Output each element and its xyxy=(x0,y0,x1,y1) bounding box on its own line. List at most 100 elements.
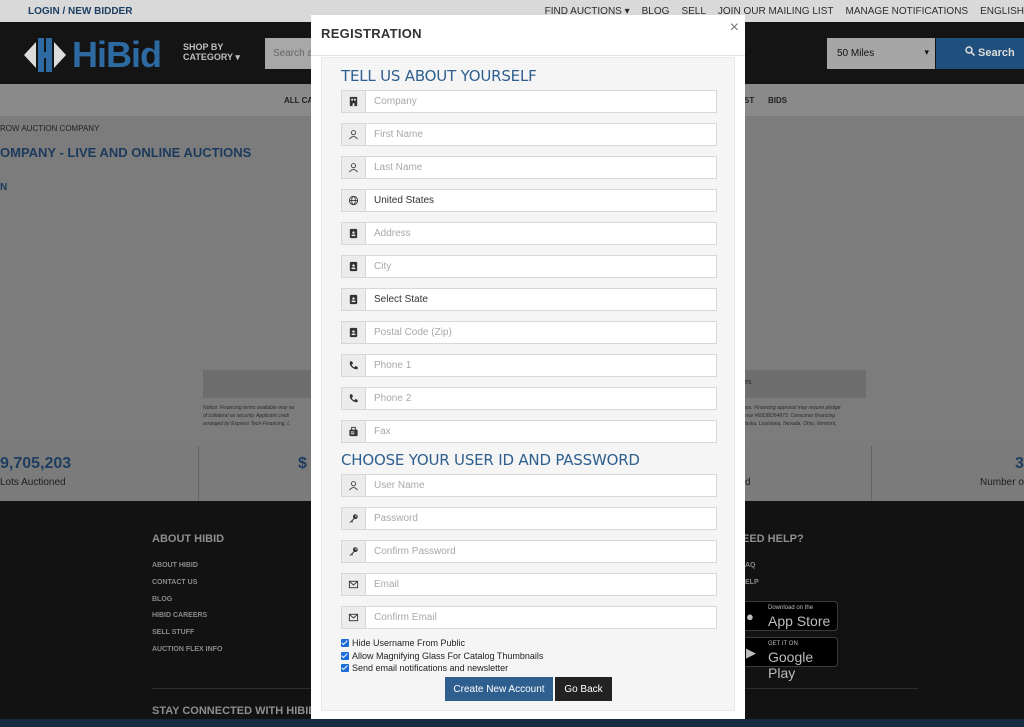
miles-value: 50 Miles xyxy=(837,48,875,59)
footer-stay-connected: STAY CONNECTED WITH HIBID xyxy=(152,705,317,717)
phone2-input[interactable]: Phone 2 xyxy=(365,387,717,410)
email-field: Email xyxy=(341,573,717,596)
fax-icon xyxy=(341,420,365,443)
checkbox-checked[interactable] xyxy=(341,652,349,660)
stat-lots-label: Lots Auctioned xyxy=(0,477,66,488)
stat-divider xyxy=(871,446,872,501)
modal-divider xyxy=(311,55,745,56)
shop-by-line1: SHOP BY xyxy=(183,42,224,52)
fax-field: Fax xyxy=(341,420,717,443)
search-input[interactable]: Search a xyxy=(265,38,315,69)
stat-lots-number: 9,705,203 xyxy=(0,455,72,472)
company-input[interactable]: Company xyxy=(365,90,717,113)
hibid-logo-icon xyxy=(24,38,66,72)
footer-link[interactable]: ELP xyxy=(745,579,759,586)
last-name-field: Last Name xyxy=(341,156,717,179)
footer-link[interactable]: BLOG xyxy=(152,596,172,603)
password-input[interactable]: Password xyxy=(365,507,717,530)
city-field: City xyxy=(341,255,717,278)
confirm-email-input[interactable]: Confirm Email xyxy=(365,606,717,629)
stat-divider xyxy=(198,446,199,501)
shop-by-category[interactable]: SHOP BY CATEGORY ▾ xyxy=(183,42,240,62)
registration-modal: REGISTRATION × TELL US ABOUT YOURSELF Co… xyxy=(311,15,745,719)
address-field: Address xyxy=(341,222,717,245)
first-name-field: First Name xyxy=(341,123,717,146)
google-play-small: GET IT ON xyxy=(768,641,798,647)
username-input[interactable]: User Name xyxy=(365,474,717,497)
postal-code-input[interactable]: Postal Code (Zip) xyxy=(365,321,717,344)
phone1-input[interactable]: Phone 1 xyxy=(365,354,717,377)
country-select[interactable]: United States xyxy=(365,189,717,212)
envelope-icon xyxy=(341,606,365,629)
footer-link[interactable]: CONTACT US xyxy=(152,579,197,586)
footer-link[interactable]: AUCTION FLEX INFO xyxy=(152,646,222,653)
address-input[interactable]: Address xyxy=(365,222,717,245)
app-store-big: App Store xyxy=(768,613,831,629)
fax-input[interactable]: Fax xyxy=(365,420,717,443)
address-card-icon xyxy=(341,321,365,344)
magnifying-glass-checkbox[interactable]: Allow Magnifying Glass For Catalog Thumb… xyxy=(341,651,543,661)
hide-username-checkbox[interactable]: Hide Username From Public xyxy=(341,638,465,648)
first-name-input[interactable]: First Name xyxy=(365,123,717,146)
logo-text: HiBid xyxy=(72,34,162,75)
go-back-button[interactable]: Go Back xyxy=(555,677,612,701)
footer-link[interactable]: SELL STUFF xyxy=(152,629,194,636)
bottom-strip xyxy=(0,719,1024,727)
google-play-icon: ▶ xyxy=(746,645,756,660)
page-subtitle: N xyxy=(0,182,8,193)
stat-dollar-number: $ xyxy=(298,455,307,472)
country-field: United States xyxy=(341,189,717,212)
top-link-language[interactable]: ENGLISH xyxy=(980,6,1024,17)
state-select[interactable]: Select State xyxy=(365,288,717,311)
key-icon xyxy=(341,540,365,563)
chevron-down-icon: ▾ xyxy=(924,47,929,57)
section-about-heading: TELL US ABOUT YOURSELF xyxy=(341,67,537,85)
email-input[interactable]: Email xyxy=(365,573,717,596)
miles-select[interactable]: 50 Miles ▾ xyxy=(827,38,935,69)
create-account-button[interactable]: Create New Account xyxy=(445,677,553,701)
confirm-email-field: Confirm Email xyxy=(341,606,717,629)
footer-link[interactable]: ABOUT HIBID xyxy=(152,562,198,569)
apple-icon: ● xyxy=(746,609,754,624)
search-button[interactable]: Search xyxy=(936,38,1024,69)
phone-icon xyxy=(341,354,365,377)
app-store-small: Download on the xyxy=(768,605,814,611)
email-notifications-checkbox[interactable]: Send email notifications and newsletter xyxy=(341,663,508,673)
hide-username-label: Hide Username From Public xyxy=(352,638,466,648)
search-button-label: Search xyxy=(978,47,1015,59)
google-play-badge[interactable]: ▶ GET IT ON Google Play xyxy=(737,637,838,681)
envelope-icon xyxy=(341,573,365,596)
nav-item-list[interactable]: ST xyxy=(744,96,754,105)
search-icon xyxy=(965,46,976,59)
building-icon xyxy=(341,90,365,113)
last-name-input[interactable]: Last Name xyxy=(365,156,717,179)
footer-link[interactable]: HIBID CAREERS xyxy=(152,612,207,619)
registration-form: TELL US ABOUT YOURSELF Company First Nam… xyxy=(321,57,735,711)
user-icon xyxy=(341,123,365,146)
nav-item-bids[interactable]: BIDS xyxy=(768,96,787,105)
postal-code-field: Postal Code (Zip) xyxy=(341,321,717,344)
login-link[interactable]: LOGIN / NEW BIDDER xyxy=(28,6,132,17)
footer-link[interactable]: AQ xyxy=(745,562,756,569)
confirm-password-input[interactable]: Confirm Password xyxy=(365,540,717,563)
footer-help-heading: EED HELP? xyxy=(742,533,804,545)
notice-left: Notice: Financing terms available may va… xyxy=(203,405,295,427)
breadcrumb[interactable]: ROW AUCTION COMPANY xyxy=(0,124,99,133)
hibid-logo[interactable]: HiBid xyxy=(24,34,162,76)
address-card-icon xyxy=(341,288,365,311)
checkbox-checked[interactable] xyxy=(341,639,349,647)
address-card-icon xyxy=(341,222,365,245)
stat-count-label: Number o xyxy=(980,477,1024,488)
checkbox-checked[interactable] xyxy=(341,664,349,672)
user-icon xyxy=(341,156,365,179)
phone2-field: Phone 2 xyxy=(341,387,717,410)
footer-about-heading: ABOUT HIBID xyxy=(152,533,225,545)
confirm-password-field: Confirm Password xyxy=(341,540,717,563)
close-icon[interactable]: × xyxy=(730,19,739,37)
google-play-big: Google Play xyxy=(768,649,814,681)
app-store-badge[interactable]: ● Download on the App Store xyxy=(737,601,838,631)
user-icon xyxy=(341,474,365,497)
stat-third-label: d xyxy=(745,477,751,488)
top-link-notifications[interactable]: MANAGE NOTIFICATIONS xyxy=(845,6,968,17)
city-input[interactable]: City xyxy=(365,255,717,278)
